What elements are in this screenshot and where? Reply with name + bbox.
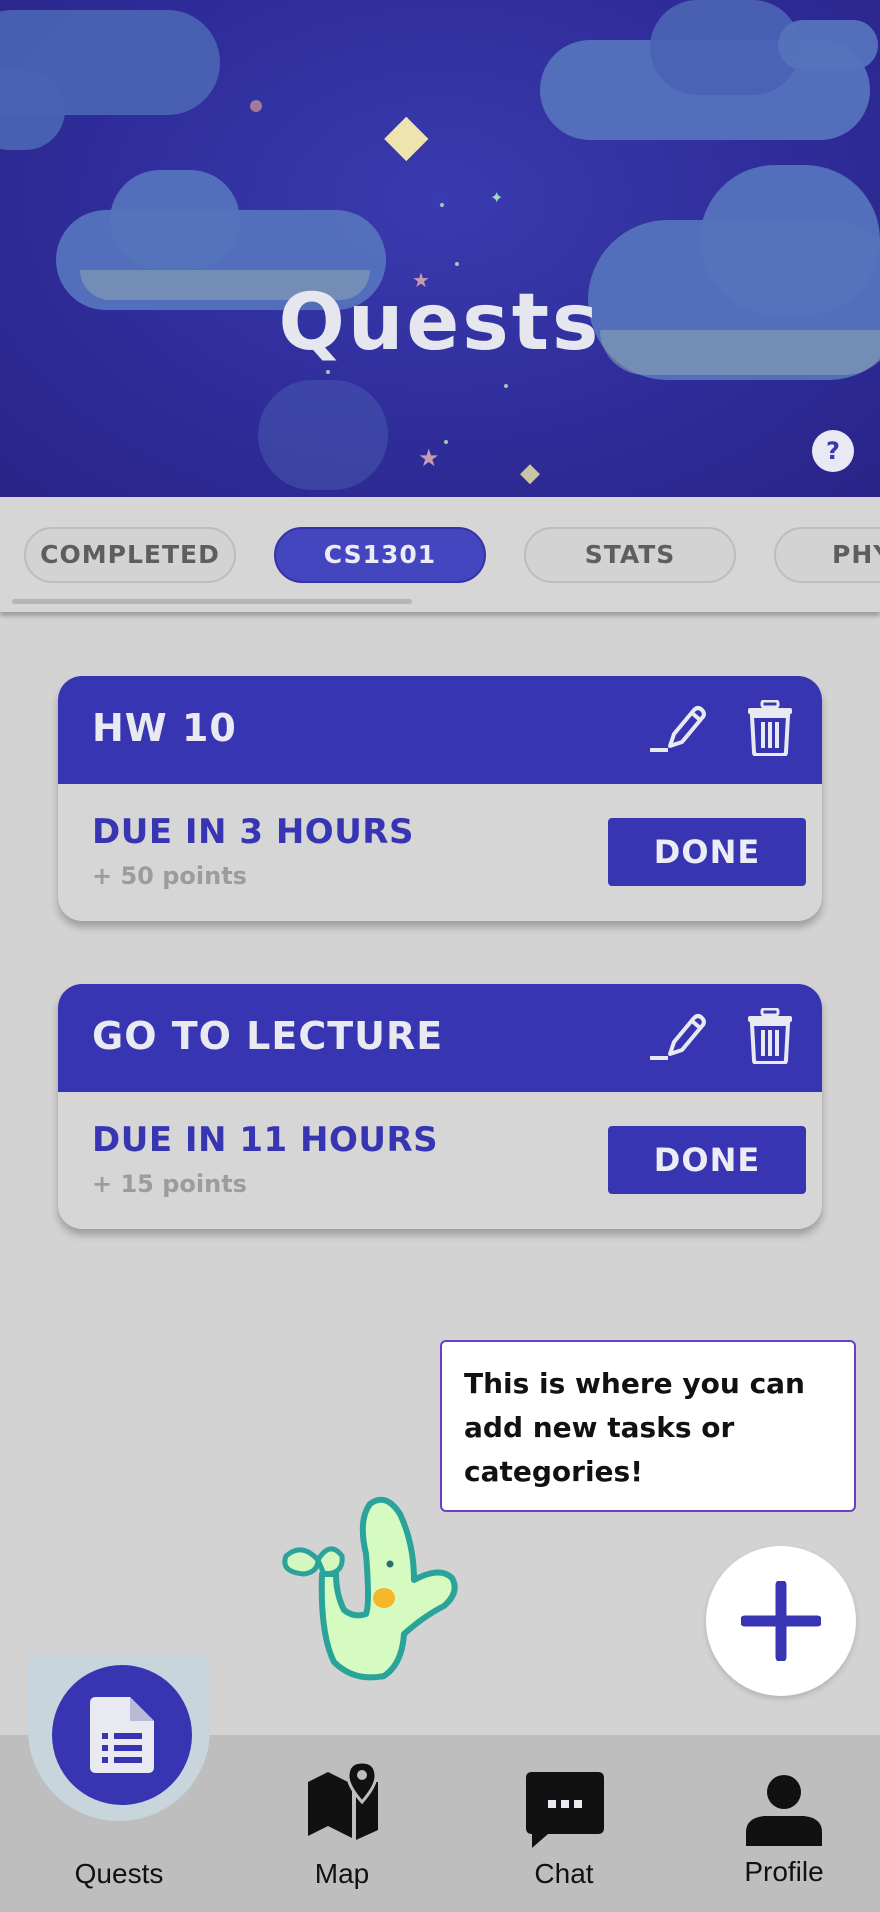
page-title: Quests — [278, 278, 602, 368]
nav-label-profile[interactable]: Profile — [704, 1856, 864, 1888]
sparkle-icon: ✦ — [490, 188, 504, 207]
edit-pencil-icon[interactable] — [650, 1010, 706, 1066]
nav-label-quests[interactable]: Quests — [39, 1858, 199, 1890]
help-button[interactable]: ? — [812, 430, 854, 472]
header-banner: ◆ ★ ★ ◆ ✦ Quests ? — [0, 0, 880, 497]
quest-card: HW 10 DUE IN 3 HOURS + 50 points DONE — [58, 676, 822, 921]
cloud — [258, 380, 388, 490]
nav-label-chat[interactable]: Chat — [484, 1858, 644, 1890]
cloud — [110, 170, 240, 270]
tab-phy[interactable]: PHY — [774, 527, 880, 583]
star-icon: ★ — [418, 444, 440, 472]
tab-completed[interactable]: COMPLETED — [24, 527, 236, 583]
tab-cs1301[interactable]: CS1301 — [274, 527, 486, 583]
cloud — [778, 20, 878, 70]
tab-stats[interactable]: STATS — [524, 527, 736, 583]
mascot-sprout-icon — [282, 1496, 458, 1681]
quest-card: GO TO LECTURE DUE IN 11 HOURS + 15 point… — [58, 984, 822, 1229]
dot — [444, 440, 448, 444]
quest-due: DUE IN 3 HOURS — [92, 812, 414, 852]
quest-points: + 50 points — [92, 862, 247, 890]
chat-icon[interactable] — [526, 1772, 604, 1848]
quest-title: GO TO LECTURE — [92, 1014, 444, 1058]
dot — [455, 262, 459, 266]
plus-icon — [741, 1581, 821, 1661]
category-tabs: COMPLETED CS1301 STATS PHY — [0, 497, 880, 612]
dot — [440, 203, 444, 207]
dot — [250, 100, 262, 112]
quest-card-header: HW 10 — [58, 676, 822, 784]
quest-title: HW 10 — [92, 706, 237, 750]
dot — [504, 384, 508, 388]
sparkle-icon: ◆ — [520, 458, 540, 488]
done-button[interactable]: DONE — [608, 1126, 806, 1194]
trash-icon[interactable] — [746, 700, 794, 756]
nav-item-quests[interactable] — [52, 1665, 192, 1805]
quest-due: DUE IN 11 HOURS — [92, 1120, 439, 1160]
add-task-button[interactable] — [706, 1546, 856, 1696]
done-button[interactable]: DONE — [608, 818, 806, 886]
document-icon — [90, 1697, 154, 1773]
sparkle-icon: ◆ — [384, 100, 429, 168]
quest-card-header: GO TO LECTURE — [58, 984, 822, 1092]
trash-icon[interactable] — [746, 1008, 794, 1064]
onboarding-tooltip: This is where you can add new tasks or c… — [440, 1340, 856, 1512]
person-icon[interactable] — [746, 1774, 822, 1846]
nav-label-map[interactable]: Map — [262, 1858, 422, 1890]
dot — [326, 370, 330, 374]
edit-pencil-icon[interactable] — [650, 702, 706, 758]
quest-points: + 15 points — [92, 1170, 247, 1198]
map-icon[interactable] — [306, 1760, 382, 1840]
tabs-scrollbar[interactable] — [12, 599, 412, 604]
